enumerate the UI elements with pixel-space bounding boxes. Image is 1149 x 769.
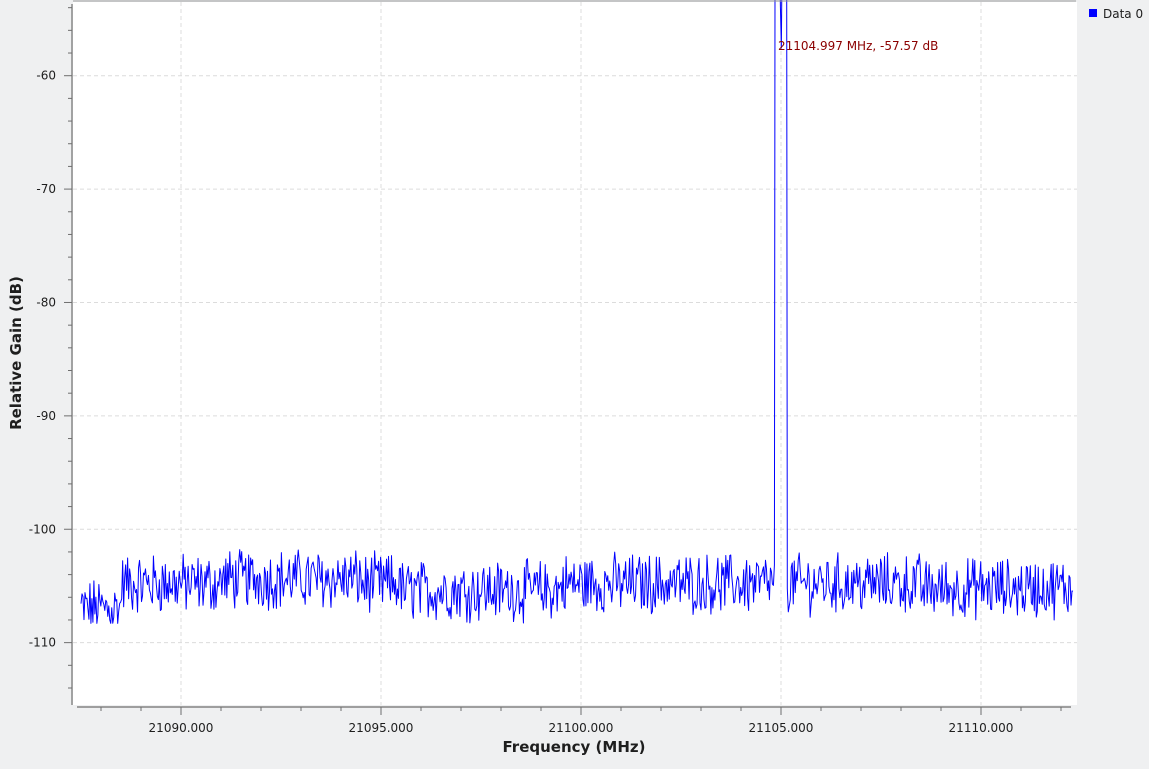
peak-marker-label: 21104.997 MHz, -57.57 dB [778, 39, 938, 53]
y-tick-label: -80 [36, 295, 56, 309]
legend[interactable]: Data 0 [1089, 7, 1143, 21]
y-tick-labels: -60 -70 -80 -90 -100 -110 [29, 69, 56, 650]
chart-svg: 21090.000 21095.000 21100.000 21105.000 2111… [7, 0, 1143, 756]
x-tick-label: 21095.000 [349, 721, 414, 735]
y-tick-label: -100 [29, 522, 56, 536]
x-tick-labels: 21090.000 21095.000 21100.000 21105.000 2111… [149, 721, 1014, 735]
x-tick-label: 21110.000 [949, 721, 1014, 735]
plot-area[interactable] [73, 2, 1077, 705]
y-axis-title: Relative Gain (dB) [7, 276, 25, 430]
y-tick-label: -90 [36, 409, 56, 423]
y-tick-label: -60 [36, 69, 56, 83]
legend-label: Data 0 [1103, 7, 1143, 21]
y-tick-label: -110 [29, 636, 56, 650]
x-tick-label: 21100.000 [549, 721, 614, 735]
x-tick-label: 21105.000 [749, 721, 814, 735]
legend-swatch [1089, 9, 1097, 17]
x-axis-title: Frequency (MHz) [503, 738, 646, 756]
spectrum-plot[interactable]: 21090.000 21095.000 21100.000 21105.000 2111… [0, 0, 1149, 765]
x-tick-label: 21090.000 [149, 721, 214, 735]
y-tick-label: -70 [36, 182, 56, 196]
